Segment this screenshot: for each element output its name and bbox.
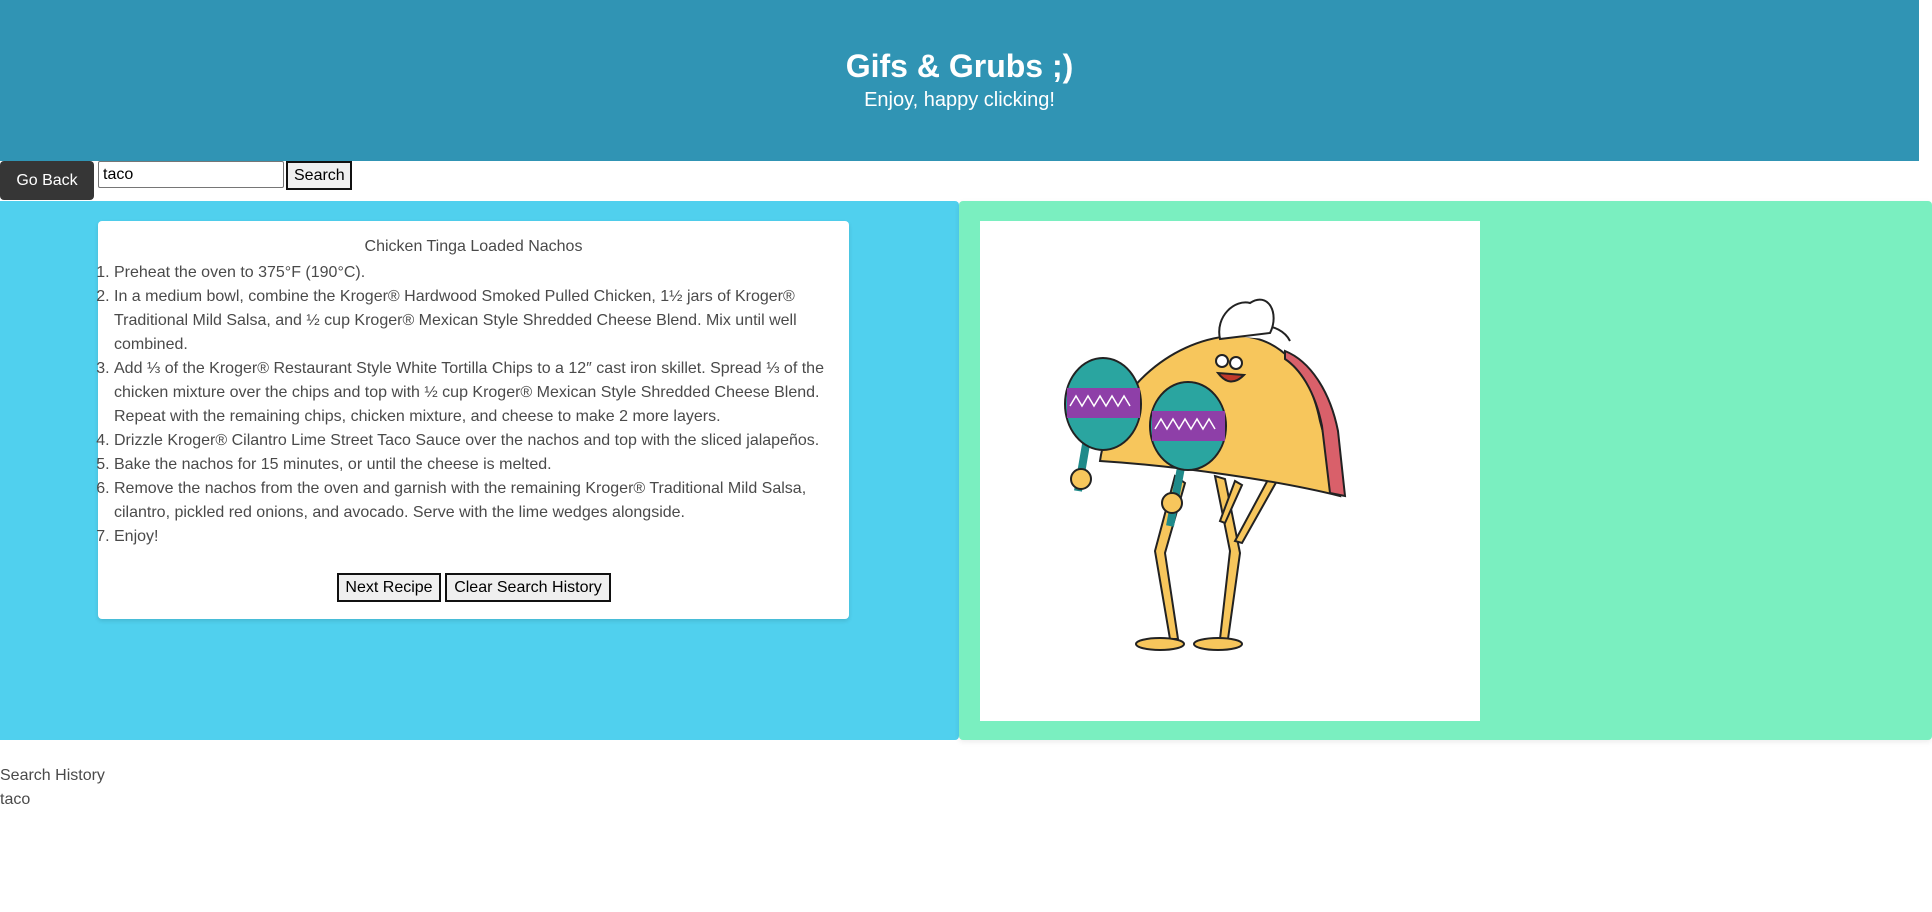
taco-gif [980,221,1480,721]
recipe-title: Chicken Tinga Loaded Nachos [364,238,583,255]
recipe-step: Remove the nachos from the oven and garn… [114,477,854,525]
page-subtitle: Enjoy, happy clicking! [864,89,1055,111]
search-button[interactable]: Search [286,161,352,190]
search-history-item[interactable]: taco [0,791,30,809]
hero-banner: Gifs & Grubs ;) Enjoy, happy clicking! [0,0,1919,161]
recipe-step: Bake the nachos for 15 minutes, or until… [114,453,854,477]
search-input[interactable] [98,161,284,188]
recipe-steps: Preheat the oven to 375°F (190°C). In a … [98,261,854,549]
next-recipe-button[interactable]: Next Recipe [337,573,441,602]
clear-search-history-button[interactable]: Clear Search History [445,573,611,602]
recipe-card: Chicken Tinga Loaded Nachos Preheat the … [98,221,849,619]
recipe-step: Preheat the oven to 375°F (190°C). [114,261,854,285]
search-history-label: Search History [0,767,105,784]
recipe-step: Add ⅓ of the Kroger® Restaurant Style Wh… [114,357,854,429]
page-title: Gifs & Grubs ;) [845,48,1074,84]
recipe-step: Enjoy! [114,525,854,549]
go-back-button[interactable]: Go Back [0,161,94,200]
dancing-taco-icon [1064,298,1347,651]
recipe-step: In a medium bowl, combine the Kroger® Ha… [114,285,854,357]
recipe-step: Drizzle Kroger® Cilantro Lime Street Tac… [114,429,854,453]
